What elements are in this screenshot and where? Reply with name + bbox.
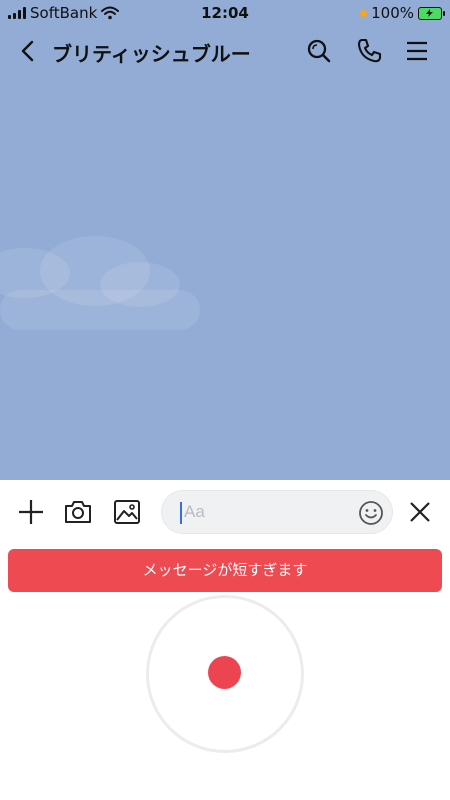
close-icon[interactable] <box>405 497 435 527</box>
location-dot-icon <box>360 9 368 17</box>
camera-icon[interactable] <box>63 497 93 527</box>
status-bar: SoftBank 12:04 100% <box>0 0 450 26</box>
status-right: 100% <box>360 4 445 22</box>
message-input[interactable]: Aa <box>161 490 393 534</box>
text-caret <box>180 502 182 524</box>
message-composer: Aa <box>0 488 450 536</box>
phone-icon[interactable] <box>354 36 384 66</box>
message-placeholder: Aa <box>184 502 205 521</box>
emoji-icon[interactable] <box>358 500 384 526</box>
battery-percent: 100% <box>371 4 414 22</box>
image-icon[interactable] <box>112 497 142 527</box>
chat-header: ブリティッシュブルー <box>0 28 450 74</box>
plus-icon[interactable] <box>16 497 46 527</box>
error-toast: メッセージが短すぎます <box>8 549 442 592</box>
search-icon[interactable] <box>304 36 334 66</box>
battery-icon <box>418 6 445 20</box>
chat-title: ブリティッシュブルー <box>52 42 251 66</box>
record-dot-icon <box>208 656 241 689</box>
back-icon[interactable] <box>14 36 42 66</box>
menu-icon[interactable] <box>402 36 432 66</box>
